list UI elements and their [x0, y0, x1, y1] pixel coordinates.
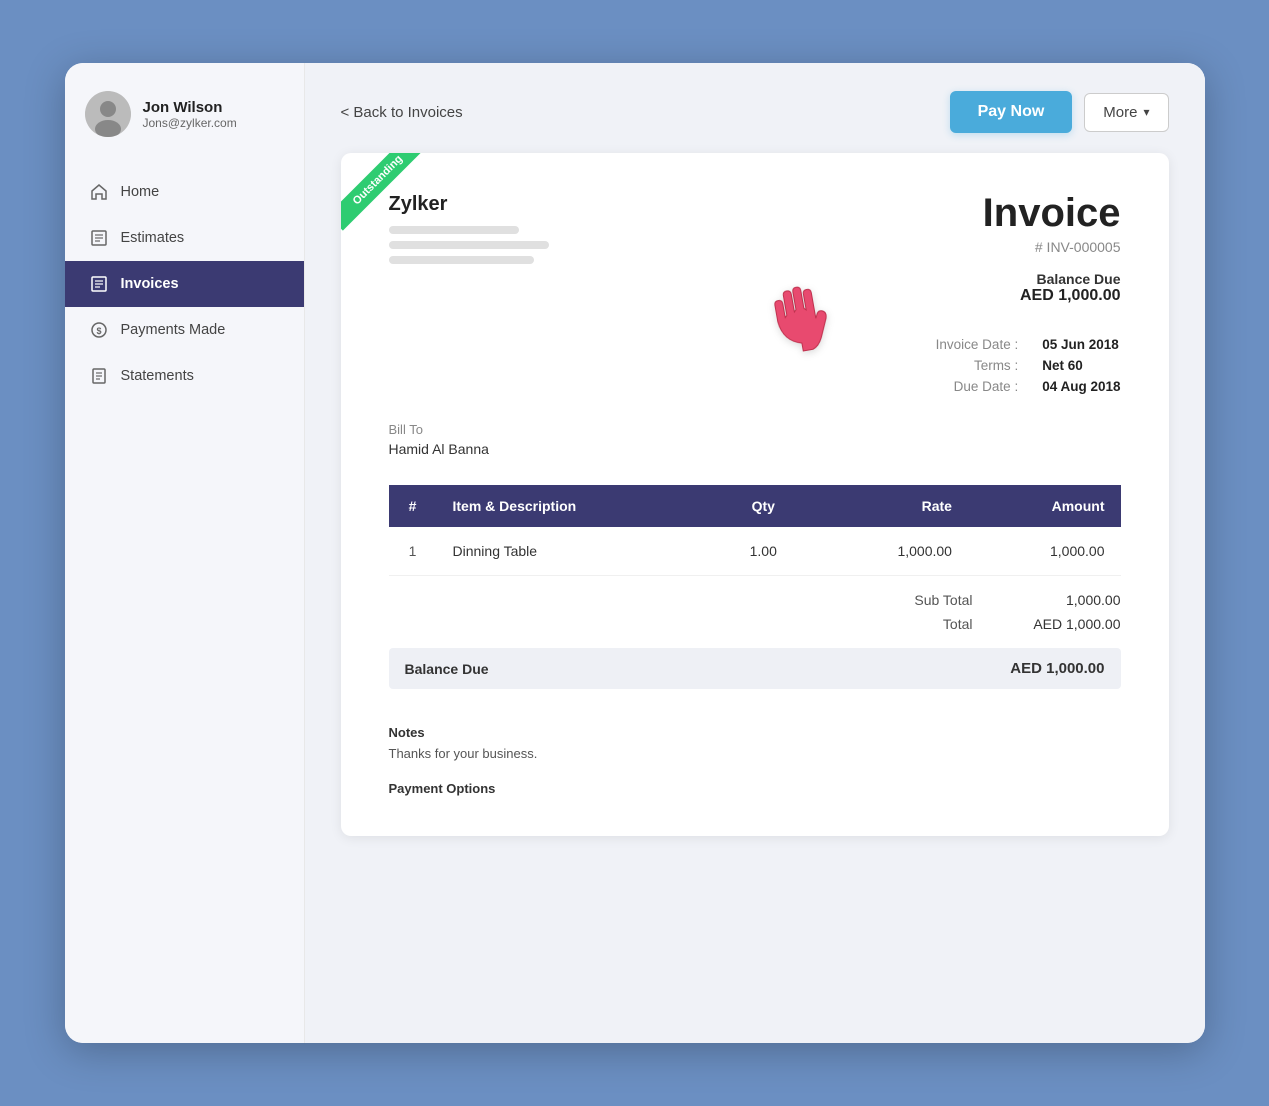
terms-label: Terms : [936, 358, 1019, 373]
cell-rate: 1,000.00 [815, 527, 968, 576]
payment-options-title: Payment Options [389, 781, 1121, 796]
cell-amount: 1,000.00 [968, 527, 1121, 576]
badge-text: Outstanding [341, 153, 421, 231]
sidebar-item-label-estimates: Estimates [121, 230, 185, 246]
nav-menu: Home Estimates [65, 169, 304, 399]
balance-due-amount-top: AED 1,000.00 [983, 287, 1121, 305]
total-row: Total AED 1,000.00 [389, 616, 1121, 632]
balance-due-footer-label: Balance Due [405, 661, 489, 677]
user-name: Jon Wilson [143, 99, 237, 116]
cell-qty: 1.00 [711, 527, 815, 576]
meta-table: Invoice Date : 05 Jun 2018 Terms : Net 6… [936, 337, 1121, 394]
invoice-date-value: 05 Jun 2018 [1042, 337, 1120, 352]
sidebar-item-label-home: Home [121, 184, 160, 200]
col-header-description: Item & Description [437, 485, 712, 527]
top-bar: < Back to Invoices Pay Now More [305, 63, 1205, 153]
statements-icon [89, 366, 109, 386]
notes-text: Thanks for your business. [389, 746, 1121, 761]
invoices-icon [89, 274, 109, 294]
sidebar-item-label-statements: Statements [121, 368, 194, 384]
bill-to: Bill To Hamid Al Banna [389, 422, 1121, 457]
balance-due-label-top: Balance Due [983, 271, 1121, 287]
cell-description: Dinning Table [437, 527, 712, 576]
total-value: AED 1,000.00 [1021, 616, 1121, 632]
pay-now-button[interactable]: Pay Now [950, 91, 1073, 133]
sub-total-value: 1,000.00 [1021, 592, 1121, 608]
avatar [85, 91, 131, 137]
sidebar-item-invoices[interactable]: Invoices [65, 261, 304, 307]
sidebar-item-statements[interactable]: Statements [65, 353, 304, 399]
totals-section: Sub Total 1,000.00 Total AED 1,000.00 Ba… [389, 592, 1121, 689]
total-label: Total [853, 616, 973, 632]
terms-value: Net 60 [1042, 358, 1120, 373]
notes-section: Notes Thanks for your business. Payment … [389, 725, 1121, 796]
sidebar-item-label-invoices: Invoices [121, 276, 179, 292]
bill-to-label: Bill To [389, 422, 1121, 437]
col-header-qty: Qty [711, 485, 815, 527]
payments-icon: $ [89, 320, 109, 340]
invoice-header: Zylker Invoice # INV-000005 Balance Due … [389, 193, 1121, 305]
user-info: Jon Wilson Jons@zylker.com [143, 99, 237, 130]
back-to-invoices-link[interactable]: < Back to Invoices [341, 104, 463, 121]
col-header-rate: Rate [815, 485, 968, 527]
app-container: Jon Wilson Jons@zylker.com Home [65, 63, 1205, 1043]
top-actions: Pay Now More [950, 91, 1169, 133]
estimates-icon [89, 228, 109, 248]
balance-due-footer-value: AED 1,000.00 [1010, 660, 1104, 677]
sub-total-label: Sub Total [853, 592, 973, 608]
user-section: Jon Wilson Jons@zylker.com [65, 63, 304, 161]
home-icon [89, 182, 109, 202]
col-header-amount: Amount [968, 485, 1121, 527]
main-content: < Back to Invoices Pay Now More Outstand… [305, 63, 1205, 1043]
balance-due-row: Balance Due AED 1,000.00 [389, 648, 1121, 689]
sidebar-item-estimates[interactable]: Estimates [65, 215, 304, 261]
outstanding-badge: Outstanding [341, 153, 431, 243]
notes-title: Notes [389, 725, 1121, 740]
sidebar: Jon Wilson Jons@zylker.com Home [65, 63, 305, 1043]
invoice-date-label: Invoice Date : [936, 337, 1019, 352]
due-date-value: 04 Aug 2018 [1042, 379, 1120, 394]
invoice-meta: Invoice Date : 05 Jun 2018 Terms : Net 6… [389, 337, 1121, 394]
col-header-num: # [389, 485, 437, 527]
due-date-label: Due Date : [936, 379, 1019, 394]
sidebar-item-label-payments: Payments Made [121, 322, 226, 338]
table-row: 1 Dinning Table 1.00 1,000.00 1,000.00 [389, 527, 1121, 576]
bill-to-name: Hamid Al Banna [389, 441, 1121, 457]
invoice-title-section: Invoice # INV-000005 Balance Due AED 1,0… [983, 193, 1121, 305]
invoice-number: # INV-000005 [983, 239, 1121, 255]
invoice-title: Invoice [983, 193, 1121, 233]
svg-text:$: $ [96, 326, 101, 336]
sub-total-row: Sub Total 1,000.00 [389, 592, 1121, 608]
invoice-card: Outstanding Zylker [341, 153, 1169, 836]
sidebar-item-home[interactable]: Home [65, 169, 304, 215]
invoice-table: # Item & Description Qty Rate Amount 1 D… [389, 485, 1121, 576]
user-email: Jons@zylker.com [143, 116, 237, 130]
more-button[interactable]: More [1084, 93, 1168, 132]
cell-num: 1 [389, 527, 437, 576]
sidebar-item-payments-made[interactable]: $ Payments Made [65, 307, 304, 353]
